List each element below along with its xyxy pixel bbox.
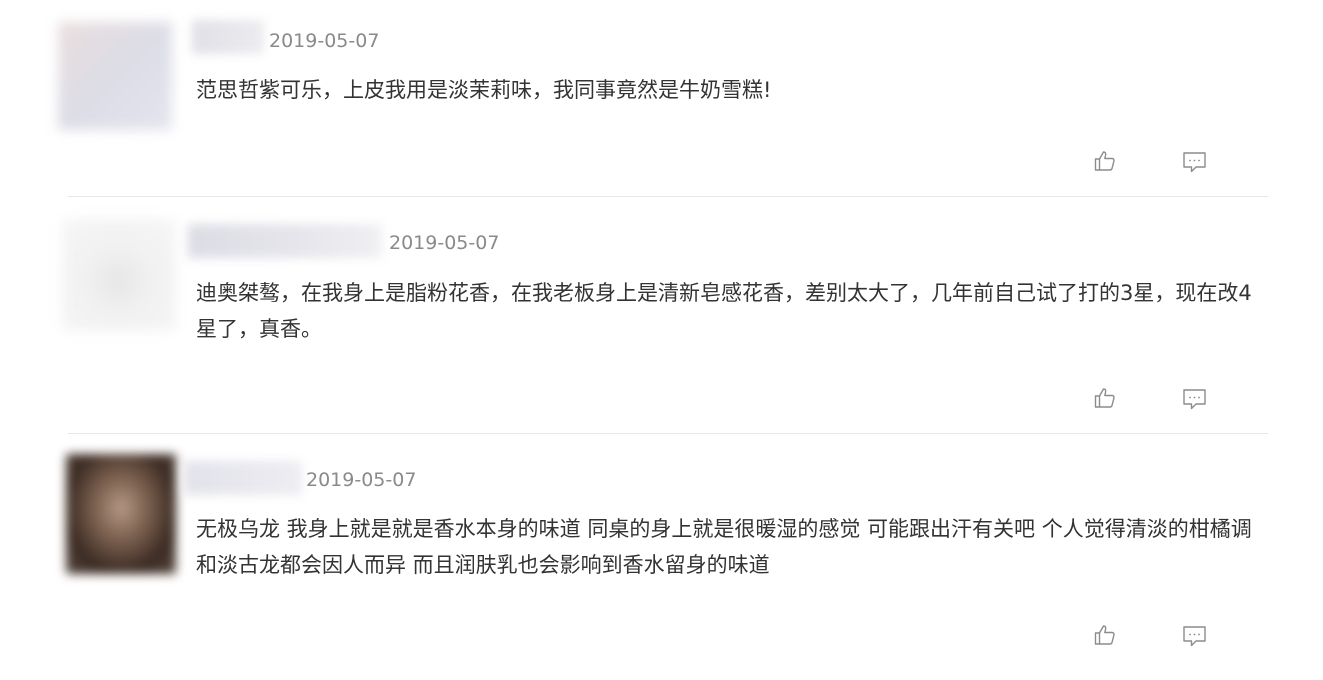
comment-date: 2019-05-07	[269, 30, 380, 52]
comment-text: 迪奥桀骜，在我身上是脂粉花香，在我老板身上是清新皂感花香，差别太大了，几年前自己…	[196, 281, 1252, 341]
thumbs-up-icon[interactable]	[1093, 149, 1119, 173]
comment-date: 2019-05-07	[389, 232, 500, 254]
comment-item: 2019-05-07 迪奥桀骜，在我身上是脂粉花香，在我老板身上是清新皂感花香，…	[0, 197, 1323, 434]
comment-item: 2019-05-07 无极乌龙 我身上就是就是香水本身的味道 同桌的身上就是很暖…	[0, 434, 1323, 680]
avatar[interactable]	[66, 454, 176, 574]
comment-date: 2019-05-07	[306, 469, 417, 491]
avatar[interactable]	[62, 219, 176, 331]
comment-text: 范思哲紫可乐，上皮我用是淡茉莉味，我同事竟然是牛奶雪糕!	[196, 78, 772, 102]
comment-text: 无极乌龙 我身上就是就是香水本身的味道 同桌的身上就是很暖湿的感觉 可能跟出汗有…	[196, 517, 1252, 577]
thumbs-up-icon[interactable]	[1093, 386, 1119, 410]
comment-bubble-icon[interactable]	[1182, 624, 1208, 648]
avatar[interactable]	[58, 22, 172, 130]
username[interactable]	[192, 20, 264, 54]
comment-bubble-icon[interactable]	[1182, 387, 1208, 411]
thumbs-up-icon[interactable]	[1093, 623, 1119, 647]
username[interactable]	[184, 461, 302, 495]
comment-item: 2019-05-07 范思哲紫可乐，上皮我用是淡茉莉味，我同事竟然是牛奶雪糕!	[0, 0, 1323, 197]
comment-bubble-icon[interactable]	[1182, 150, 1208, 174]
username[interactable]	[188, 224, 382, 258]
